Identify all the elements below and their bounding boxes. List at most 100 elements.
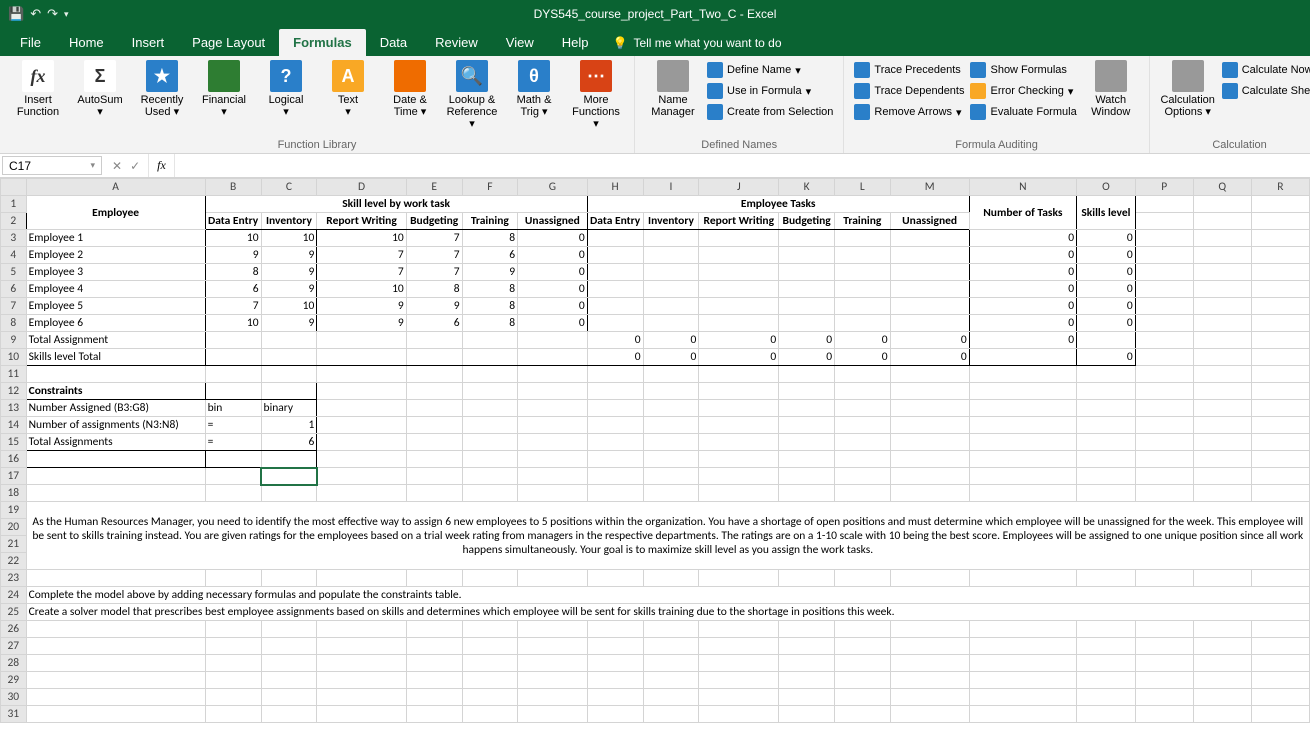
row-header[interactable]: 9 [1, 332, 27, 349]
cell-J13[interactable] [699, 400, 779, 417]
cell-E17[interactable] [406, 468, 462, 485]
spreadsheet-grid[interactable]: ABCDEFGHIJKLMNOPQR1EmployeeSkill level b… [0, 178, 1310, 744]
formula-input[interactable] [175, 154, 1310, 177]
cell-J29[interactable] [699, 672, 779, 689]
cell-R16[interactable] [1251, 451, 1309, 468]
cell-M15[interactable] [890, 434, 969, 451]
cell-G18[interactable] [518, 485, 588, 502]
col-header[interactable]: E [406, 179, 462, 196]
cell-G16[interactable] [518, 451, 588, 468]
cell-N16[interactable] [969, 451, 1076, 468]
row-header[interactable]: 15 [1, 434, 27, 451]
cell-Q29[interactable] [1193, 672, 1251, 689]
row-header[interactable]: 26 [1, 621, 27, 638]
cell-N30[interactable] [969, 689, 1076, 706]
cell-Q4[interactable] [1193, 247, 1251, 264]
cell-C11[interactable] [261, 366, 317, 383]
cell-L15[interactable] [835, 434, 890, 451]
cell-H4[interactable] [587, 247, 643, 264]
cell-R26[interactable] [1251, 621, 1309, 638]
save-icon[interactable]: 💾 [8, 6, 24, 22]
cell-C31[interactable] [261, 706, 317, 723]
cell-I2[interactable]: Inventory [643, 213, 699, 230]
cell-A12[interactable]: Constraints [26, 383, 205, 400]
cell-M14[interactable] [890, 417, 969, 434]
cell-R23[interactable] [1251, 570, 1309, 587]
cell-K10[interactable]: 0 [779, 349, 835, 366]
cell-Q16[interactable] [1193, 451, 1251, 468]
row-header[interactable]: 28 [1, 655, 27, 672]
col-header[interactable]: L [835, 179, 890, 196]
row-header[interactable]: 7 [1, 298, 27, 315]
define-name-button[interactable]: Define Name ▾ [707, 60, 833, 80]
undo-icon[interactable]: ↶ [30, 6, 41, 22]
cell-G7[interactable]: 0 [518, 298, 588, 315]
cell-I8[interactable] [643, 315, 699, 332]
enter-icon[interactable]: ✓ [130, 159, 140, 173]
cell-C18[interactable] [261, 485, 317, 502]
cell-R30[interactable] [1251, 689, 1309, 706]
cell-Q26[interactable] [1193, 621, 1251, 638]
cell-I23[interactable] [643, 570, 699, 587]
cell-O9[interactable] [1077, 332, 1136, 349]
cell-I5[interactable] [643, 264, 699, 281]
cell-H2[interactable]: Data Entry [587, 213, 643, 230]
tab-formulas[interactable]: Formulas [279, 29, 366, 56]
cell-C26[interactable] [261, 621, 317, 638]
cell-O11[interactable] [1077, 366, 1136, 383]
cell-M16[interactable] [890, 451, 969, 468]
cell-E28[interactable] [406, 655, 462, 672]
cell-N5[interactable]: 0 [969, 264, 1076, 281]
cell-L17[interactable] [835, 468, 890, 485]
cell-Q13[interactable] [1193, 400, 1251, 417]
cell-P16[interactable] [1135, 451, 1193, 468]
row-header[interactable]: 3 [1, 230, 27, 247]
cell-J5[interactable] [699, 264, 779, 281]
cell-H17[interactable] [587, 468, 643, 485]
cell-D14[interactable] [317, 417, 406, 434]
cell-R3[interactable] [1251, 230, 1309, 247]
cell-M8[interactable] [890, 315, 969, 332]
cell-Q8[interactable] [1193, 315, 1251, 332]
date-time-button[interactable]: Date & Time ▾ [382, 60, 438, 118]
cell-A14[interactable]: Number of assignments (N3:N8) [26, 417, 205, 434]
cell-P28[interactable] [1135, 655, 1193, 672]
cell-Q30[interactable] [1193, 689, 1251, 706]
tab-home[interactable]: Home [55, 29, 118, 56]
cell-D7[interactable]: 9 [317, 298, 406, 315]
cell-H11[interactable] [587, 366, 643, 383]
cell-B27[interactable] [205, 638, 261, 655]
cell-P13[interactable] [1135, 400, 1193, 417]
cell-C30[interactable] [261, 689, 317, 706]
cell-C17[interactable] [261, 468, 317, 485]
cell-R13[interactable] [1251, 400, 1309, 417]
cell-D30[interactable] [317, 689, 406, 706]
cell-N1[interactable]: Number of Tasks [969, 196, 1076, 230]
col-header[interactable]: G [518, 179, 588, 196]
cell-P18[interactable] [1135, 485, 1193, 502]
cell-M2[interactable]: Unassigned [890, 213, 969, 230]
cell-D2[interactable]: Report Writing [317, 213, 406, 230]
cell-D4[interactable]: 7 [317, 247, 406, 264]
cell-C14[interactable]: 1 [261, 417, 317, 434]
cell-O23[interactable] [1077, 570, 1136, 587]
cell-F28[interactable] [462, 655, 517, 672]
show-formulas-button[interactable]: Show Formulas [970, 60, 1076, 80]
cell-Q10[interactable] [1193, 349, 1251, 366]
cell-J11[interactable] [699, 366, 779, 383]
cell-F26[interactable] [462, 621, 517, 638]
cell-Q18[interactable] [1193, 485, 1251, 502]
row-header[interactable]: 13 [1, 400, 27, 417]
cell-O4[interactable]: 0 [1077, 247, 1136, 264]
cell-I30[interactable] [643, 689, 699, 706]
cell-G14[interactable] [518, 417, 588, 434]
cell-O6[interactable]: 0 [1077, 281, 1136, 298]
cell-I15[interactable] [643, 434, 699, 451]
row-header[interactable]: 21 [1, 536, 27, 553]
cell-R5[interactable] [1251, 264, 1309, 281]
row-header[interactable]: 1 [1, 196, 27, 213]
row-header[interactable]: 10 [1, 349, 27, 366]
col-header[interactable]: K [779, 179, 835, 196]
cell-E8[interactable]: 6 [406, 315, 462, 332]
cell-G2[interactable]: Unassigned [518, 213, 588, 230]
